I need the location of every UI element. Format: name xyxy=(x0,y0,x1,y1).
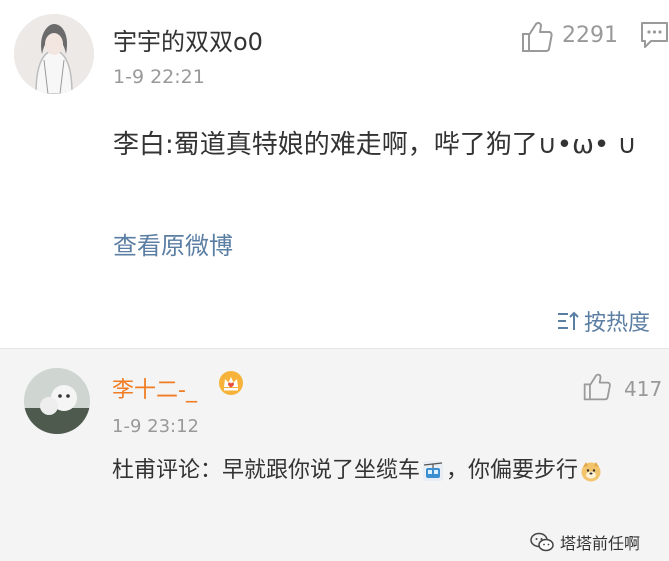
view-original-link[interactable]: 查看原微博 xyxy=(113,226,233,261)
timestamp: 1-9 22:21 xyxy=(113,66,205,88)
watermark-text: 塔塔前任啊 xyxy=(560,534,641,553)
reply-text-part2: ，你偏要步行 xyxy=(446,458,579,483)
reply-text: 杜甫评论：早就跟你说了坐缆车 ，你偏要步行 xyxy=(112,452,657,490)
sort-by-hot-button[interactable]: 按热度 xyxy=(556,306,650,336)
cable-car-icon xyxy=(423,461,444,481)
reply-text-part1: 杜甫评论：早就跟你说了坐缆车 xyxy=(112,458,421,483)
thumbs-up-icon[interactable] xyxy=(520,20,554,54)
comment-card: 宇宇的双双o0 1-9 22:21 2291 李白:蜀道真特娘的难走啊，哔了狗了… xyxy=(0,0,669,348)
avatar[interactable] xyxy=(14,14,94,94)
sort-icon xyxy=(558,311,579,330)
reply-username[interactable]: 李十二-_ xyxy=(112,372,197,404)
avatar-photo xyxy=(24,368,90,434)
doge-icon xyxy=(581,462,601,482)
crown-badge-icon xyxy=(219,371,243,395)
wechat-icon xyxy=(530,532,554,552)
sort-label: 按热度 xyxy=(584,311,651,336)
reply-like-count: 417 xyxy=(624,377,663,401)
reply-avatar[interactable] xyxy=(24,368,90,434)
avatar-illustration xyxy=(14,14,94,94)
comment-icon[interactable] xyxy=(640,20,669,50)
watermark: 塔塔前任啊 xyxy=(530,530,640,554)
reply-timestamp: 1-9 23:12 xyxy=(112,416,199,437)
comment-text: 李白:蜀道真特娘的难走啊，哔了狗了∪•ω• ∪ xyxy=(113,130,637,160)
username[interactable]: 宇宇的双双o0 xyxy=(113,22,263,57)
thumbs-up-icon[interactable] xyxy=(582,372,612,402)
like-count: 2291 xyxy=(562,23,618,48)
